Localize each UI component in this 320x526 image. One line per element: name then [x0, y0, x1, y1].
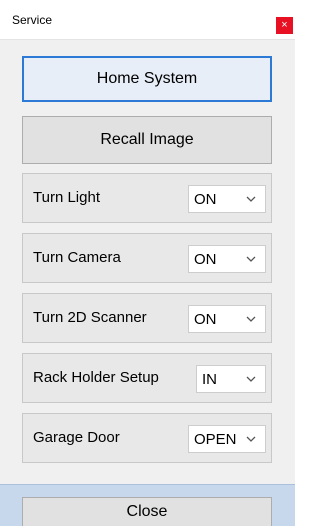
home-system-label: Home System	[96, 70, 198, 87]
garage-door-row: Garage Door OPEN	[22, 413, 272, 463]
garage-door-select[interactable]: OPEN	[188, 425, 266, 453]
recall-image-button[interactable]: Recall Image	[22, 116, 272, 164]
chevron-down-icon	[246, 436, 256, 442]
window-title: Service	[12, 13, 53, 27]
turn-light-select[interactable]: ON	[188, 185, 266, 213]
turn-light-row: Turn Light ON	[22, 173, 272, 223]
rack-holder-setup-select[interactable]: IN	[196, 365, 266, 393]
turn-camera-value: ON	[194, 251, 217, 268]
service-window: Service × Home System Recall Image Turn …	[0, 0, 295, 526]
garage-door-label: Garage Door	[33, 429, 120, 446]
home-system-button[interactable]: Home System	[22, 56, 272, 102]
footer-bar: Close	[0, 484, 295, 526]
close-button[interactable]: Close	[22, 497, 272, 526]
close-button-label: Close	[126, 503, 168, 520]
turn-2d-scanner-row: Turn 2D Scanner ON	[22, 293, 272, 343]
turn-light-value: ON	[194, 191, 217, 208]
title-bar: Service ×	[0, 0, 295, 40]
turn-2d-scanner-value: ON	[194, 311, 217, 328]
rack-holder-setup-value: IN	[202, 371, 217, 388]
chevron-down-icon	[246, 376, 256, 382]
rack-holder-setup-label: Rack Holder Setup	[33, 369, 159, 386]
chevron-down-icon	[246, 196, 256, 202]
rack-holder-setup-row: Rack Holder Setup IN	[22, 353, 272, 403]
garage-door-value: OPEN	[194, 431, 237, 448]
turn-2d-scanner-select[interactable]: ON	[188, 305, 266, 333]
recall-image-label: Recall Image	[100, 131, 194, 148]
turn-2d-scanner-label: Turn 2D Scanner	[33, 309, 147, 326]
turn-light-label: Turn Light	[33, 189, 100, 206]
window-close-button[interactable]: ×	[276, 17, 293, 34]
turn-camera-label: Turn Camera	[33, 249, 121, 266]
chevron-down-icon	[246, 316, 256, 322]
turn-camera-select[interactable]: ON	[188, 245, 266, 273]
turn-camera-row: Turn Camera ON	[22, 233, 272, 283]
close-icon: ×	[281, 19, 288, 31]
chevron-down-icon	[246, 256, 256, 262]
